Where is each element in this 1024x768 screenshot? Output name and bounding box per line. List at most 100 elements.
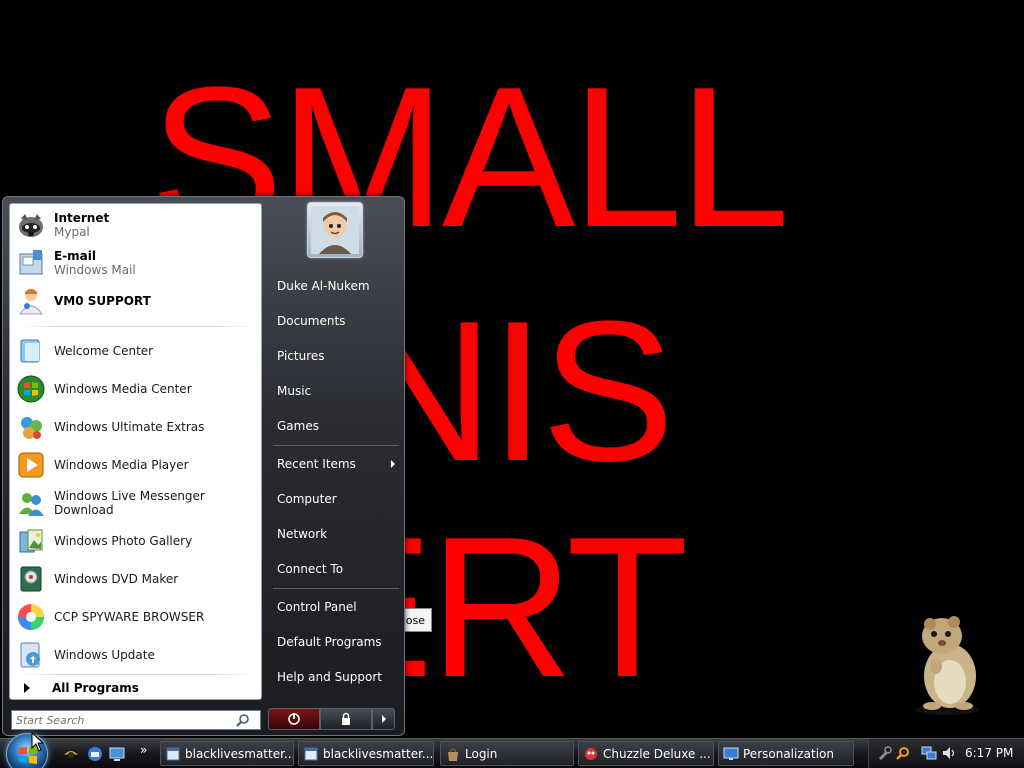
start-search-box[interactable] (11, 710, 261, 730)
taskbar-button-label: Login (465, 746, 498, 761)
pinned-item-title: Internet (54, 211, 110, 225)
bag-icon (445, 746, 461, 762)
document-window-icon (303, 746, 319, 762)
power-strip (268, 708, 397, 730)
taskbar-button-label: Chuzzle Deluxe ... (603, 746, 711, 761)
dvd-maker-icon (14, 562, 48, 596)
user-avatar[interactable] (307, 202, 363, 258)
welcome-center-icon (14, 334, 48, 368)
program-label: Windows Ultimate Extras (54, 420, 205, 434)
mail-icon (14, 246, 48, 280)
program-label: Windows Media Player (54, 458, 189, 472)
document-window-icon (165, 746, 181, 762)
right-item-music[interactable]: Music (277, 379, 399, 403)
right-item-games[interactable]: Games (277, 414, 399, 438)
quick-launch-show-desktop-icon[interactable] (108, 745, 126, 763)
chevron-right-icon (24, 683, 30, 693)
lock-button[interactable] (320, 708, 372, 730)
program-item-dvd-maker[interactable]: Windows DVD Maker (12, 560, 259, 598)
program-item-media-player[interactable]: Windows Media Player (12, 446, 259, 484)
quick-launch-switch-windows-icon[interactable] (86, 745, 104, 763)
search-icon[interactable] (234, 711, 252, 729)
start-search-input[interactable] (16, 712, 234, 728)
pinned-item-subtitle: Mypal (54, 225, 90, 239)
network-icon[interactable] (921, 745, 937, 761)
quick-launch-more-button[interactable]: » (140, 743, 147, 757)
raccoon-browser-icon (14, 208, 48, 242)
pinned-item-title: VM0 SUPPORT (54, 294, 151, 308)
monitor-icon (723, 746, 739, 762)
all-programs-button[interactable]: All Programs (16, 678, 256, 698)
taskbar-button[interactable]: Chuzzle Deluxe ... (578, 741, 714, 766)
start-menu: Internet Mypal E-mail Windows Mail VM0 S… (2, 196, 405, 736)
windows-update-icon (14, 638, 48, 672)
all-programs-label: All Programs (52, 681, 139, 695)
lock-icon (342, 712, 350, 725)
right-item-pictures[interactable]: Pictures (277, 344, 399, 368)
program-item-media-center[interactable]: Windows Media Center (12, 370, 259, 408)
color-wheel-icon (14, 600, 48, 634)
right-separator (273, 588, 399, 589)
taskbar-button[interactable]: blacklivesmatter... (160, 741, 294, 766)
support-person-icon (14, 284, 48, 318)
ultimate-extras-icon (14, 410, 48, 444)
chuzzle-icon (583, 746, 599, 762)
start-menu-right-pane: Duke Al-Nukem Documents Pictures Music G… (265, 197, 405, 702)
program-item-welcome-center[interactable]: Welcome Center (12, 332, 259, 370)
chevron-right-icon (381, 715, 386, 723)
program-item-ccp-spyware-browser[interactable]: CCP SPYWARE BROWSER (12, 598, 259, 636)
messenger-icon (14, 486, 48, 520)
program-label: Windows DVD Maker (54, 572, 179, 586)
taskbar-button-label: blacklivesmatter... (323, 746, 434, 761)
shutdown-options-button[interactable] (372, 708, 395, 730)
chevron-right-icon (391, 460, 395, 468)
program-item-windows-update[interactable]: Windows Update (12, 636, 259, 674)
right-item-help-support[interactable]: Help and Support (277, 665, 399, 689)
pinned-item-internet[interactable]: Internet Mypal (12, 206, 259, 244)
taskbar-button[interactable]: Login (440, 741, 574, 766)
taskbar-button-label: Personalization (743, 746, 834, 761)
program-label: Windows Live Messenger Download (54, 489, 205, 517)
program-item-ultimate-extras[interactable]: Windows Ultimate Extras (12, 408, 259, 446)
tray-search-icon[interactable] (895, 745, 911, 761)
pinned-item-email[interactable]: E-mail Windows Mail (12, 244, 259, 282)
all-programs-separator (18, 674, 255, 675)
pinned-item-title: E-mail (54, 249, 97, 263)
taskbar-button-label: blacklivesmatter... (185, 746, 294, 761)
media-player-icon (14, 448, 48, 482)
right-item-recent-items[interactable]: Recent Items (277, 452, 399, 476)
pinned-item-vm0-support[interactable]: VM0 SUPPORT (12, 282, 259, 320)
photo-gallery-icon (14, 524, 48, 558)
program-label: Windows Photo Gallery (54, 534, 193, 548)
right-item-default-programs[interactable]: Default Programs (277, 630, 399, 654)
right-item-documents[interactable]: Documents (277, 309, 399, 333)
hamster-icon[interactable] (902, 610, 992, 718)
pinned-item-subtitle: Windows Mail (54, 263, 136, 277)
right-item-computer[interactable]: Computer (277, 487, 399, 511)
right-item-user[interactable]: Duke Al-Nukem (277, 274, 399, 298)
program-label: Welcome Center (54, 344, 154, 358)
volume-icon[interactable] (941, 745, 957, 761)
right-item-control-panel[interactable]: Control Panel (277, 595, 399, 619)
tray-tools-icon[interactable] (877, 745, 893, 761)
program-label: Windows Update (54, 648, 155, 662)
media-center-icon (14, 372, 48, 406)
pinned-separator (18, 326, 255, 327)
program-item-photo-gallery[interactable]: Windows Photo Gallery (12, 522, 259, 560)
start-menu-left-pane: Internet Mypal E-mail Windows Mail VM0 S… (9, 203, 262, 700)
taskbar: » blacklivesmatter... blacklivesmatter..… (0, 733, 1024, 768)
program-label: CCP SPYWARE BROWSER (54, 610, 205, 624)
right-item-connect-to[interactable]: Connect To (277, 557, 399, 581)
clock[interactable]: 6:17 PM (965, 746, 1013, 760)
right-item-network[interactable]: Network (277, 522, 399, 546)
quick-launch-bird-icon[interactable] (62, 745, 80, 763)
power-button[interactable] (268, 708, 320, 730)
taskbar-button[interactable]: blacklivesmatter... (298, 741, 434, 766)
program-item-live-messenger[interactable]: Windows Live Messenger Download (12, 484, 259, 522)
program-label: Windows Media Center (54, 382, 192, 396)
right-item-label: Recent Items (277, 457, 356, 471)
taskbar-button[interactable]: Personalization (718, 741, 854, 766)
power-icon (288, 713, 300, 725)
mouse-cursor-icon (31, 732, 45, 752)
desktop: SMALL ENIS ERT ose Internet Mypal E-mail… (0, 0, 1024, 768)
